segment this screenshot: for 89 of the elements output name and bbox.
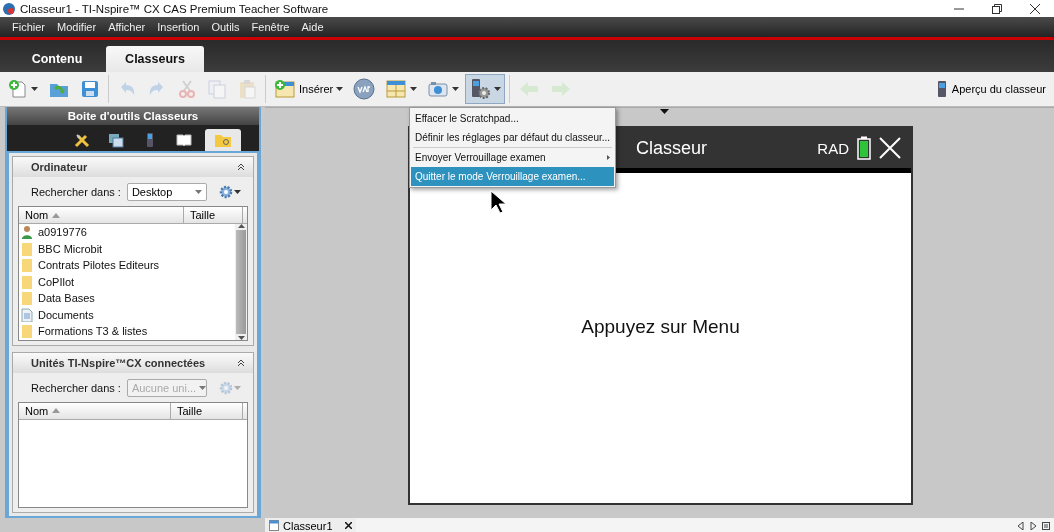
menu-item[interactable]: Effacer le Scratchpad... — [411, 109, 615, 128]
folder-search-icon — [214, 132, 232, 148]
dropdown-arrow-icon — [660, 109, 669, 114]
document-tab[interactable]: Classeur1 — [265, 518, 356, 532]
column-header[interactable]: Nom — [19, 207, 184, 223]
window-title: Classeur1 - TI-Nspire™ CX CAS Premium Teacher Software — [20, 2, 329, 15]
caret-icon — [31, 87, 38, 91]
file-row[interactable]: Data Bases — [19, 290, 235, 307]
copy-icon — [207, 79, 227, 99]
menu-item[interactable]: Quitter le mode Verrouillage examen... — [411, 167, 615, 186]
settings-icon — [218, 185, 233, 199]
file-row[interactable]: Contrats Pilotes Editeurs — [19, 257, 235, 274]
list-icon — [1042, 521, 1050, 530]
tab[interactable]: Contenu — [8, 46, 106, 72]
camera-icon — [427, 79, 450, 99]
caret-icon — [194, 190, 202, 194]
scrollbar[interactable] — [235, 224, 247, 340]
search-label: Rechercher dans : — [31, 186, 121, 198]
device-gear-icon — [469, 78, 492, 100]
previous-icon — [1018, 521, 1024, 530]
file-row[interactable]: Formations T3 & listes — [19, 323, 235, 340]
toolbar-button[interactable] — [465, 74, 506, 104]
menu-item[interactable]: Définir les réglages par défaut du classeur... — [411, 128, 615, 147]
sort-ascending-icon — [52, 212, 61, 218]
menu-item[interactable]: Afficher — [102, 21, 152, 33]
clipboard-icon — [237, 79, 257, 99]
search-label: Rechercher dans : — [31, 381, 121, 394]
sort-ascending-icon — [52, 408, 61, 413]
app-logo-icon — [2, 1, 16, 16]
caret-icon — [452, 87, 460, 91]
document-title: Classeur — [636, 137, 709, 159]
preview-button[interactable]: Aperçu du classeur — [931, 80, 1054, 98]
screen-message: Appuyez sur Menu — [581, 316, 740, 338]
menu-item[interactable]: Modifier — [51, 21, 103, 33]
folder-icon — [21, 258, 33, 273]
document-icon — [21, 307, 33, 322]
submenu-arrow-icon — [607, 155, 611, 160]
column-header[interactable]: Taille — [184, 207, 243, 223]
collapse-icon — [237, 358, 245, 367]
save-icon — [80, 79, 100, 99]
var-icon — [353, 78, 376, 100]
document-icon — [269, 520, 279, 531]
new-document-icon — [8, 79, 28, 99]
settings-button[interactable] — [218, 185, 241, 199]
panel-title: Ordinateur — [31, 161, 88, 173]
folder-icon — [21, 274, 33, 289]
scissors-icon — [177, 79, 197, 99]
file-row[interactable]: BBC Microbit — [19, 240, 235, 257]
close-icon — [879, 137, 901, 159]
battery-icon — [857, 136, 871, 160]
caret-icon — [410, 87, 418, 91]
folder-icon — [21, 241, 33, 256]
file-row[interactable]: a0919776 — [19, 224, 235, 241]
angle-mode: RAD — [817, 139, 849, 157]
menu-item[interactable]: Aide — [295, 21, 330, 33]
toolbox-title: Boite d'outils Classeurs — [7, 107, 259, 125]
menu-item[interactable]: Fenêtre — [245, 21, 296, 33]
back-arrow-icon — [518, 79, 541, 99]
close-icon — [344, 522, 352, 529]
pages-icon — [108, 132, 124, 148]
tab[interactable]: Classeurs — [106, 46, 204, 72]
menu-item[interactable]: Fichier — [6, 21, 51, 33]
caret-icon — [233, 385, 241, 390]
folder-icon — [21, 291, 33, 306]
caret-icon — [199, 385, 207, 390]
person-icon — [21, 225, 33, 240]
restore-icon — [992, 3, 1002, 14]
caret-icon — [233, 190, 241, 194]
menu-item[interactable]: Envoyer Verrouillage examen — [411, 148, 615, 167]
table-layout-icon — [385, 79, 408, 99]
book-icon — [176, 132, 192, 148]
file-row[interactable]: Documents — [19, 306, 235, 323]
menu-item[interactable]: Outils — [205, 21, 246, 33]
insert-icon — [274, 79, 296, 99]
menu-item[interactable]: Insertion — [151, 21, 206, 33]
close-icon — [1030, 3, 1040, 14]
toolbar-button[interactable]: Insérer — [270, 74, 348, 104]
tools-icon — [74, 132, 90, 148]
panel-title: Unités TI-Nspire™CX connectées — [31, 356, 206, 369]
caret-icon — [336, 87, 344, 91]
next-icon — [1030, 521, 1036, 530]
file-row[interactable]: CoPIlot — [19, 273, 235, 290]
caret-icon — [494, 87, 502, 91]
handheld-icon — [937, 81, 946, 97]
location-dropdown[interactable]: Desktop — [126, 183, 207, 201]
cursor-icon — [490, 190, 506, 214]
folder-icon — [21, 324, 33, 339]
collapse-icon — [237, 163, 245, 171]
settings-icon — [218, 380, 233, 395]
